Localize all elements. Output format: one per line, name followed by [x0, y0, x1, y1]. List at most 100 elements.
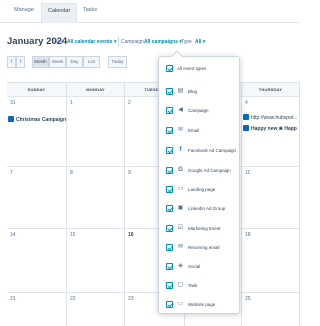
- today-button[interactable]: Today: [108, 56, 127, 68]
- event-label: http://www.hubspot...: [251, 115, 298, 121]
- checkbox[interactable]: [166, 65, 173, 72]
- option-label: Facebook Ad Campaign: [188, 148, 237, 153]
- type-dropdown-menu: All event types ▤ Blog ◀ Campaign ✉ Emai…: [158, 50, 240, 314]
- type-option-all[interactable]: All event types: [159, 61, 239, 77]
- day-cell[interactable]: 21: [7, 293, 67, 326]
- day-cell[interactable]: 18: [242, 229, 300, 293]
- checkbox[interactable]: [166, 107, 173, 114]
- day-header-monday: MONDAY: [67, 83, 125, 97]
- option-label: Campaign: [188, 108, 209, 113]
- view-label: View: [53, 39, 64, 45]
- day-cell[interactable]: 25: [242, 293, 300, 326]
- linkedin-icon: [243, 113, 249, 120]
- type-option-task[interactable]: ▢ Task: [159, 278, 239, 294]
- day-number: 4: [245, 100, 248, 106]
- type-option-website-page[interactable]: ▭ Website page: [159, 297, 239, 313]
- event-happy-new-year[interactable]: Happy new ❀ Happ: [243, 124, 300, 134]
- day-number: 22: [70, 296, 76, 302]
- day-number: 7: [10, 170, 13, 176]
- campaign-icon: ◀: [178, 107, 183, 113]
- type-option-linkedin-ad[interactable]: ▣ LinkedIn Ad Group: [159, 201, 239, 217]
- type-option-landing-page[interactable]: ▭ Landing page: [159, 182, 239, 198]
- next-month-button[interactable]: ›: [16, 56, 25, 68]
- tab-calendar[interactable]: Calendar: [41, 3, 78, 23]
- checkbox[interactable]: [166, 282, 173, 289]
- day-number: 14: [10, 232, 16, 238]
- linkedin-icon: [8, 115, 14, 122]
- month-calendar: SUNDAY MONDAY TUESDAY WEDNESDAY THURSDAY…: [7, 82, 300, 326]
- view-dropdown[interactable]: All calendar events ▾: [67, 39, 116, 45]
- day-cell[interactable]: 14: [7, 229, 67, 293]
- day-cell[interactable]: 7: [7, 167, 67, 229]
- type-option-recurring-email[interactable]: ✉ Recurring email: [159, 240, 239, 256]
- checkbox[interactable]: [166, 127, 173, 134]
- option-label: Marketing Event: [188, 226, 221, 231]
- type-option-marketing-event[interactable]: ☑ Marketing Event: [159, 221, 239, 237]
- day-header-sunday: SUNDAY: [7, 83, 67, 97]
- day-header-thursday: THURSDAY: [242, 83, 300, 97]
- checkbox[interactable]: [166, 186, 173, 193]
- option-label: LinkedIn Ad Group: [188, 206, 226, 211]
- day-number: 23: [128, 296, 134, 302]
- day-cell[interactable]: 11: [242, 167, 300, 229]
- day-number: 18: [245, 232, 251, 238]
- type-dropdown[interactable]: All ▾: [195, 39, 205, 45]
- dropdown-caret: [171, 50, 183, 62]
- view-month-button[interactable]: Month: [32, 56, 49, 68]
- view-list-button[interactable]: List: [83, 56, 100, 68]
- day-number: 31: [10, 100, 16, 106]
- type-label: Type: [181, 39, 192, 45]
- view-day-button[interactable]: Day: [66, 56, 83, 68]
- checkbox[interactable]: [166, 167, 173, 174]
- type-option-campaign[interactable]: ◀ Campaign: [159, 103, 239, 119]
- prev-month-button[interactable]: ‹: [7, 56, 16, 68]
- linkedin-icon: [243, 124, 249, 131]
- email-icon: ✉: [177, 127, 184, 133]
- day-cell[interactable]: 8: [67, 167, 125, 229]
- type-option-email[interactable]: ✉ Email: [159, 123, 239, 139]
- event-christmas-campaign[interactable]: Christmas Campaign: [8, 115, 67, 125]
- campaign-dropdown[interactable]: All campaigns ▾: [144, 39, 182, 45]
- day-number: 2: [128, 100, 131, 106]
- event-label: Christmas Campaign: [16, 117, 67, 123]
- type-option-google-ad[interactable]: G Google Ad Campaign: [159, 163, 239, 179]
- day-number: 11: [245, 170, 251, 176]
- checkbox[interactable]: [166, 147, 173, 154]
- checkbox[interactable]: [166, 263, 173, 270]
- option-label: Task: [188, 283, 198, 288]
- tab-tasks[interactable]: Tasks: [83, 7, 97, 13]
- checkbox[interactable]: [166, 88, 173, 95]
- option-label: Social: [188, 264, 201, 269]
- landing-page-icon: ▭: [177, 186, 184, 192]
- option-label: Recurring email: [188, 245, 220, 250]
- blog-icon: ▤: [177, 88, 184, 94]
- option-label: Google Ad Campaign: [188, 168, 231, 173]
- checkbox[interactable]: [166, 225, 173, 232]
- type-option-social[interactable]: ◈ Social: [159, 259, 239, 275]
- day-number: 21: [10, 296, 16, 302]
- option-label: Landing page: [188, 187, 216, 192]
- checkbox[interactable]: [166, 301, 173, 308]
- google-icon: G: [178, 167, 183, 173]
- day-cell[interactable]: 1: [67, 97, 125, 167]
- linkedin-icon: ▣: [177, 205, 184, 211]
- event-url-post[interactable]: http://www.hubspot...: [243, 113, 300, 123]
- tab-manage[interactable]: Manage: [14, 7, 34, 13]
- type-option-facebook-ad[interactable]: f Facebook Ad Campaign: [159, 143, 239, 159]
- day-cell[interactable]: 22: [67, 293, 125, 326]
- day-cell[interactable]: 15: [67, 229, 125, 293]
- social-icon: ◈: [178, 263, 183, 269]
- day-cell[interactable]: 31: [7, 97, 67, 167]
- campaign-label: Campaign: [121, 39, 144, 45]
- task-icon: ▢: [177, 282, 184, 288]
- website-page-icon: ▭: [177, 301, 184, 307]
- day-number: 16: [128, 232, 134, 238]
- facebook-icon: f: [179, 147, 182, 153]
- type-option-blog[interactable]: ▤ Blog: [159, 84, 239, 100]
- top-tabs: Manage Calendar Tasks: [0, 0, 300, 23]
- checkbox[interactable]: [166, 205, 173, 212]
- option-label: All event types: [177, 66, 207, 71]
- view-week-button[interactable]: Week: [49, 56, 66, 68]
- checkbox[interactable]: [166, 244, 173, 251]
- filter-divider: [118, 37, 119, 47]
